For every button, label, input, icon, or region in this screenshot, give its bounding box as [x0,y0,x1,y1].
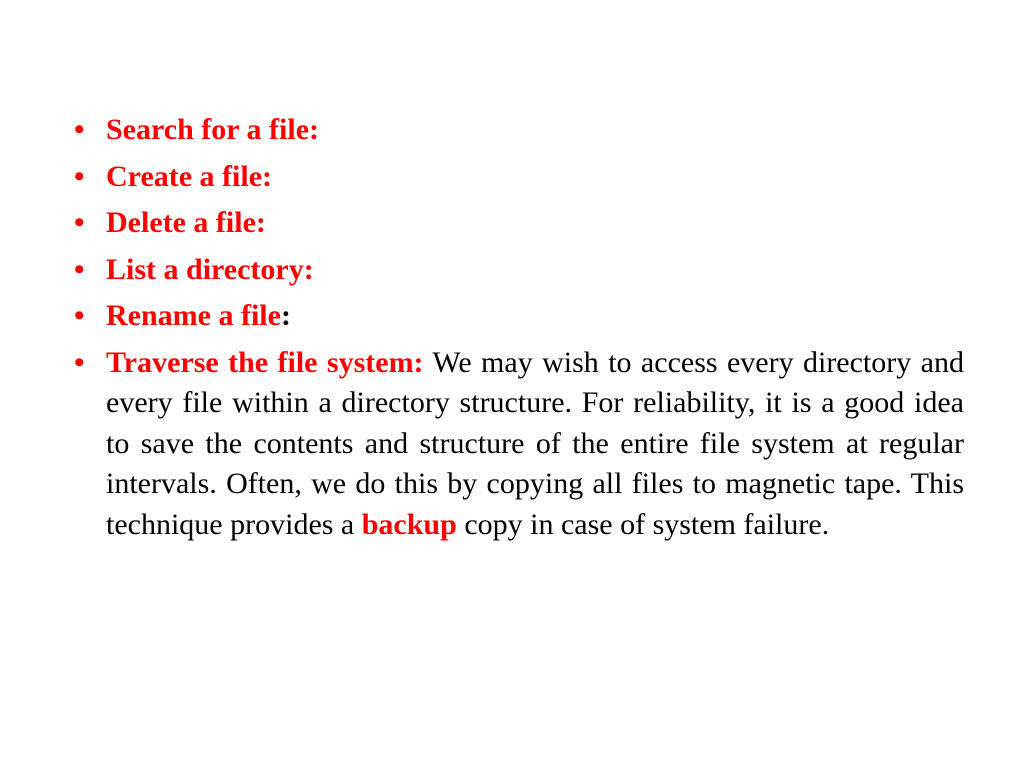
bullet-emphasis-backup: backup [362,508,457,541]
bullet-item-delete: Delete a file: [70,203,964,244]
bullet-text: Search for a file: [106,113,319,146]
bullet-item-search: Search for a file: [70,110,964,151]
bullet-text: Delete a file: [106,206,266,239]
bullet-item-traverse: Traverse the file system: We may wish to… [70,343,964,546]
bullet-text-red: Rename a file [106,299,281,332]
bullet-text: Create a file: [106,160,272,193]
bullet-text-colon: : [281,299,291,332]
bullet-item-rename: Rename a file: [70,296,964,337]
bullet-text: List a directory: [106,253,314,286]
bullet-heading: Traverse the file system: [106,346,424,379]
bullet-body-part2: copy in case of system failure. [457,508,829,541]
bullet-item-create: Create a file: [70,157,964,198]
bullet-item-list-directory: List a directory: [70,250,964,291]
bullet-list: Search for a file: Create a file: Delete… [70,110,964,545]
